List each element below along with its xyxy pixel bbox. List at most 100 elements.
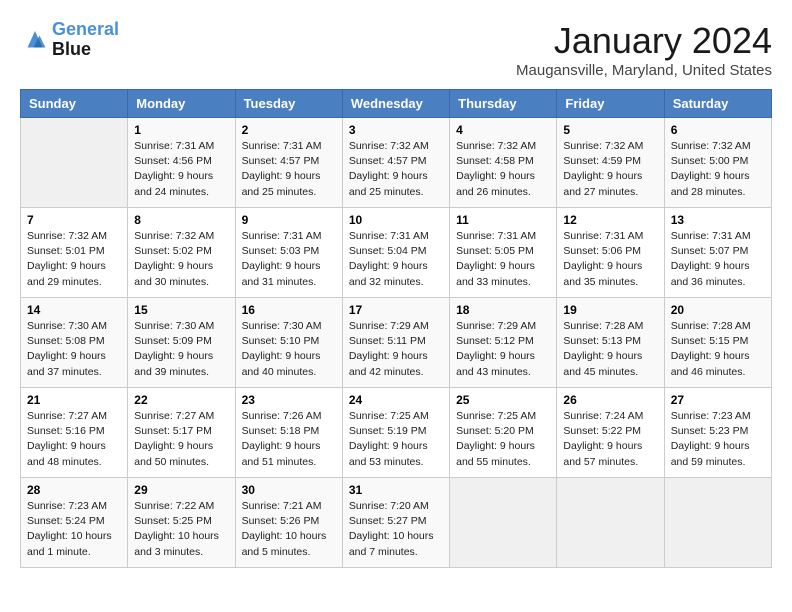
calendar-cell: 11 Sunrise: 7:31 AMSunset: 5:05 PMDayligh… [450, 208, 557, 298]
day-detail: Sunrise: 7:29 AMSunset: 5:12 PMDaylight:… [456, 319, 550, 380]
calendar-cell: 26 Sunrise: 7:24 AMSunset: 5:22 PMDayligh… [557, 388, 664, 478]
day-detail: Sunrise: 7:31 AMSunset: 5:03 PMDaylight:… [242, 229, 336, 290]
calendar-week-4: 21Sunrise: 7:27 AMSunset: 5:16 PMDayligh… [21, 388, 772, 478]
day-number: 18 [456, 303, 550, 317]
day-number: 2 [242, 123, 336, 137]
day-detail: Sunrise: 7:26 AMSunset: 5:18 PMDaylight:… [242, 409, 336, 470]
month-title: January 2024 [516, 20, 772, 62]
day-detail: Sunrise: 7:23 AMSunset: 5:24 PMDaylight:… [27, 499, 121, 560]
calendar-cell: 19 Sunrise: 7:28 AMSunset: 5:13 PMDayligh… [557, 298, 664, 388]
logo-icon [20, 25, 50, 55]
day-detail: Sunrise: 7:25 AMSunset: 5:20 PMDaylight:… [456, 409, 550, 470]
day-header-friday: Friday [557, 90, 664, 118]
day-number: 12 [563, 213, 657, 227]
calendar-cell [21, 118, 128, 208]
day-header-thursday: Thursday [450, 90, 557, 118]
calendar-cell: 27 Sunrise: 7:23 AMSunset: 5:23 PMDayligh… [664, 388, 771, 478]
calendar-week-3: 14 Sunrise: 7:30 AMSunset: 5:08 PMDayligh… [21, 298, 772, 388]
day-detail: Sunrise: 7:32 AMSunset: 5:02 PMDaylight:… [134, 229, 228, 290]
day-number: 25 [456, 393, 550, 407]
day-detail: Sunrise: 7:23 AMSunset: 5:23 PMDaylight:… [671, 409, 765, 470]
day-detail: Sunrise: 7:32 AMSunset: 5:01 PMDaylight:… [27, 229, 121, 290]
day-number: 1 [134, 123, 228, 137]
calendar-cell: 15 Sunrise: 7:30 AMSunset: 5:09 PMDayligh… [128, 298, 235, 388]
day-number: 11 [456, 213, 550, 227]
day-detail: Sunrise: 7:29 AMSunset: 5:11 PMDaylight:… [349, 319, 443, 380]
logo-line1: General [52, 20, 119, 40]
day-detail: Sunrise: 7:24 AMSunset: 5:22 PMDaylight:… [563, 409, 657, 470]
day-number: 14 [27, 303, 121, 317]
calendar-cell: 10 Sunrise: 7:31 AMSunset: 5:04 PMDayligh… [342, 208, 449, 298]
day-number: 4 [456, 123, 550, 137]
calendar-cell: 30Sunrise: 7:21 AMSunset: 5:26 PMDayligh… [235, 478, 342, 568]
day-detail: Sunrise: 7:27 AMSunset: 5:17 PMDaylight:… [134, 409, 228, 470]
day-number: 28 [27, 483, 121, 497]
day-number: 13 [671, 213, 765, 227]
calendar-cell: 4 Sunrise: 7:32 AMSunset: 4:58 PMDaylight… [450, 118, 557, 208]
day-number: 19 [563, 303, 657, 317]
day-number: 22 [134, 393, 228, 407]
calendar-cell: 28 Sunrise: 7:23 AMSunset: 5:24 PMDayligh… [21, 478, 128, 568]
day-number: 27 [671, 393, 765, 407]
day-header-tuesday: Tuesday [235, 90, 342, 118]
day-number: 16 [242, 303, 336, 317]
day-detail: Sunrise: 7:27 AMSunset: 5:16 PMDaylight:… [27, 409, 121, 470]
calendar-cell [557, 478, 664, 568]
calendar-week-5: 28 Sunrise: 7:23 AMSunset: 5:24 PMDayligh… [21, 478, 772, 568]
calendar-cell: 25 Sunrise: 7:25 AMSunset: 5:20 PMDayligh… [450, 388, 557, 478]
title-block: January 2024 Maugansville, Maryland, Uni… [516, 20, 772, 79]
calendar-cell: 16 Sunrise: 7:30 AMSunset: 5:10 PMDayligh… [235, 298, 342, 388]
calendar-cell: 1 Sunrise: 7:31 AMSunset: 4:56 PMDaylight… [128, 118, 235, 208]
calendar-cell: 17 Sunrise: 7:29 AMSunset: 5:11 PMDayligh… [342, 298, 449, 388]
day-detail: Sunrise: 7:31 AMSunset: 5:04 PMDaylight:… [349, 229, 443, 290]
calendar-cell: 31 Sunrise: 7:20 AMSunset: 5:27 PMDayligh… [342, 478, 449, 568]
calendar-cell: 3Sunrise: 7:32 AMSunset: 4:57 PMDaylight… [342, 118, 449, 208]
calendar-cell: 24Sunrise: 7:25 AMSunset: 5:19 PMDayligh… [342, 388, 449, 478]
calendar-cell: 23Sunrise: 7:26 AMSunset: 5:18 PMDayligh… [235, 388, 342, 478]
day-detail: Sunrise: 7:32 AMSunset: 4:57 PMDaylight:… [349, 139, 443, 200]
calendar-cell: 12Sunrise: 7:31 AMSunset: 5:06 PMDayligh… [557, 208, 664, 298]
calendar-table: SundayMondayTuesdayWednesdayThursdayFrid… [20, 89, 772, 568]
day-detail: Sunrise: 7:20 AMSunset: 5:27 PMDaylight:… [349, 499, 443, 560]
day-number: 6 [671, 123, 765, 137]
logo-line2: Blue [52, 40, 119, 60]
calendar-header-row: SundayMondayTuesdayWednesdayThursdayFrid… [21, 90, 772, 118]
day-detail: Sunrise: 7:28 AMSunset: 5:15 PMDaylight:… [671, 319, 765, 380]
day-detail: Sunrise: 7:30 AMSunset: 5:08 PMDaylight:… [27, 319, 121, 380]
calendar-cell: 5Sunrise: 7:32 AMSunset: 4:59 PMDaylight… [557, 118, 664, 208]
day-number: 9 [242, 213, 336, 227]
calendar-cell: 20 Sunrise: 7:28 AMSunset: 5:15 PMDayligh… [664, 298, 771, 388]
day-detail: Sunrise: 7:31 AMSunset: 5:05 PMDaylight:… [456, 229, 550, 290]
day-detail: Sunrise: 7:31 AMSunset: 4:56 PMDaylight:… [134, 139, 228, 200]
calendar-week-1: 1 Sunrise: 7:31 AMSunset: 4:56 PMDaylight… [21, 118, 772, 208]
calendar-cell [664, 478, 771, 568]
day-detail: Sunrise: 7:32 AMSunset: 5:00 PMDaylight:… [671, 139, 765, 200]
day-number: 15 [134, 303, 228, 317]
calendar-week-2: 7Sunrise: 7:32 AMSunset: 5:01 PMDaylight… [21, 208, 772, 298]
calendar-cell: 13 Sunrise: 7:31 AMSunset: 5:07 PMDayligh… [664, 208, 771, 298]
calendar-cell: 18 Sunrise: 7:29 AMSunset: 5:12 PMDayligh… [450, 298, 557, 388]
calendar-cell: 21Sunrise: 7:27 AMSunset: 5:16 PMDayligh… [21, 388, 128, 478]
calendar-cell: 9 Sunrise: 7:31 AMSunset: 5:03 PMDaylight… [235, 208, 342, 298]
day-number: 30 [242, 483, 336, 497]
day-detail: Sunrise: 7:31 AMSunset: 5:07 PMDaylight:… [671, 229, 765, 290]
day-detail: Sunrise: 7:32 AMSunset: 4:59 PMDaylight:… [563, 139, 657, 200]
day-detail: Sunrise: 7:30 AMSunset: 5:10 PMDaylight:… [242, 319, 336, 380]
day-detail: Sunrise: 7:22 AMSunset: 5:25 PMDaylight:… [134, 499, 228, 560]
day-header-wednesday: Wednesday [342, 90, 449, 118]
day-number: 31 [349, 483, 443, 497]
calendar-cell: 29Sunrise: 7:22 AMSunset: 5:25 PMDayligh… [128, 478, 235, 568]
day-number: 10 [349, 213, 443, 227]
day-number: 24 [349, 393, 443, 407]
day-detail: Sunrise: 7:28 AMSunset: 5:13 PMDaylight:… [563, 319, 657, 380]
day-header-monday: Monday [128, 90, 235, 118]
calendar-cell: 2 Sunrise: 7:31 AMSunset: 4:57 PMDaylight… [235, 118, 342, 208]
day-detail: Sunrise: 7:31 AMSunset: 4:57 PMDaylight:… [242, 139, 336, 200]
day-number: 8 [134, 213, 228, 227]
day-number: 20 [671, 303, 765, 317]
location: Maugansville, Maryland, United States [516, 62, 772, 79]
day-number: 17 [349, 303, 443, 317]
day-detail: Sunrise: 7:32 AMSunset: 4:58 PMDaylight:… [456, 139, 550, 200]
day-detail: Sunrise: 7:30 AMSunset: 5:09 PMDaylight:… [134, 319, 228, 380]
day-number: 26 [563, 393, 657, 407]
